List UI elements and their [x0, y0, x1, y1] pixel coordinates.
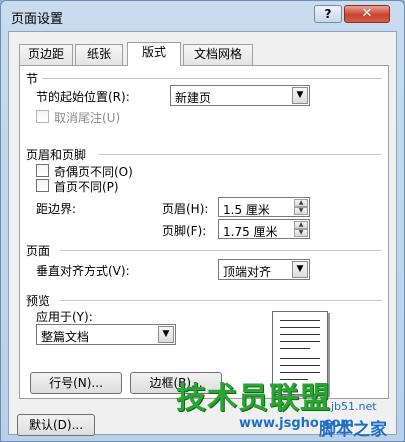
footer-distance-spinner[interactable]: 1.75 厘米 ▲ ▼ [218, 219, 310, 239]
decrement-icon[interactable]: ▼ [294, 207, 308, 215]
watermark-logo-text: 技术员联盟 [176, 381, 331, 416]
help-button[interactable]: ? [314, 5, 342, 23]
layout-panel: 节 节的起始位置(R): 新建页 ▼ 取消尾注(U) 页眉和页脚 奇偶页不同(O… [19, 65, 389, 399]
tab-layout[interactable]: 版式 [127, 42, 181, 66]
preview-line [280, 334, 320, 335]
headers-footers-divider [98, 154, 382, 155]
apply-to-value: 整篇文档 [41, 330, 90, 344]
first-page-checkbox[interactable] [36, 179, 49, 192]
increment-icon[interactable]: ▲ [294, 199, 308, 207]
preview-line [280, 348, 310, 349]
spinner-buttons: ▲ ▼ [294, 221, 308, 237]
tab-margins[interactable]: 页边距 [19, 44, 73, 65]
preview-line [280, 327, 320, 328]
footer-distance-value: 1.75 厘米 [223, 225, 278, 239]
increment-icon[interactable]: ▲ [294, 221, 308, 229]
preview-line [280, 365, 320, 366]
page-heading: 页面 [26, 244, 51, 258]
section-heading: 节 [26, 72, 39, 86]
decrement-icon[interactable]: ▼ [294, 229, 308, 237]
dialog-title: 页面设置 [11, 12, 64, 27]
title-bar: 页面设置 ? ✕ [1, 1, 404, 31]
header-distance-value: 1.5 厘米 [223, 203, 270, 217]
suppress-endnotes-checkbox[interactable] [36, 110, 49, 123]
section-start-value: 新建页 [175, 91, 212, 105]
apply-to-select[interactable]: 整篇文档 ▼ [36, 324, 176, 345]
suppress-endnotes-label: 取消尾注(U) [54, 111, 121, 125]
vertical-alignment-select[interactable]: 顶端对齐 ▼ [218, 259, 310, 280]
tab-paper[interactable]: 纸张 [75, 44, 123, 65]
chevron-down-icon: ▼ [292, 87, 308, 104]
preview-divider [60, 300, 382, 301]
section-start-label: 节的起始位置(R): [36, 90, 130, 104]
apply-to-label: 应用于(Y): [36, 310, 93, 324]
line-numbers-button[interactable]: 行号(N)... [30, 372, 122, 394]
section-divider [42, 78, 382, 79]
default-button[interactable]: 默认(D)... [17, 414, 95, 436]
watermark-domain: jb51.net [331, 400, 377, 413]
vertical-alignment-label: 垂直对齐方式(V): [36, 264, 130, 278]
footer-distance-label: 页脚(F): [162, 224, 207, 238]
chevron-down-icon: ▼ [158, 326, 174, 343]
chevron-down-icon: ▼ [292, 261, 308, 278]
tab-document-grid[interactable]: 文档网格 [183, 44, 253, 65]
header-distance-spinner[interactable]: 1.5 厘米 ▲ ▼ [218, 197, 310, 217]
spinner-buttons: ▲ ▼ [294, 199, 308, 215]
watermark-site-name: 脚本之家 [319, 420, 387, 440]
preview-line [280, 341, 320, 342]
section-start-select[interactable]: 新建页 ▼ [170, 85, 310, 106]
header-distance-label: 页眉(H): [162, 202, 209, 216]
preview-heading: 预览 [26, 294, 51, 308]
preview-line [280, 320, 320, 321]
from-edge-label: 距边界: [36, 202, 77, 216]
vertical-alignment-value: 顶端对齐 [223, 265, 272, 279]
odd-even-checkbox[interactable] [36, 164, 49, 177]
close-button[interactable]: ✕ [344, 5, 390, 23]
preview-line [280, 358, 320, 359]
page-setup-dialog: 页面设置 ? ✕ 页边距 纸张 版式 文档网格 节 节的起始位置(R): 新建页… [0, 0, 405, 442]
headers-footers-heading: 页眉和页脚 [26, 148, 87, 162]
first-page-label: 首页不同(P) [54, 180, 119, 194]
page-divider [60, 250, 382, 251]
